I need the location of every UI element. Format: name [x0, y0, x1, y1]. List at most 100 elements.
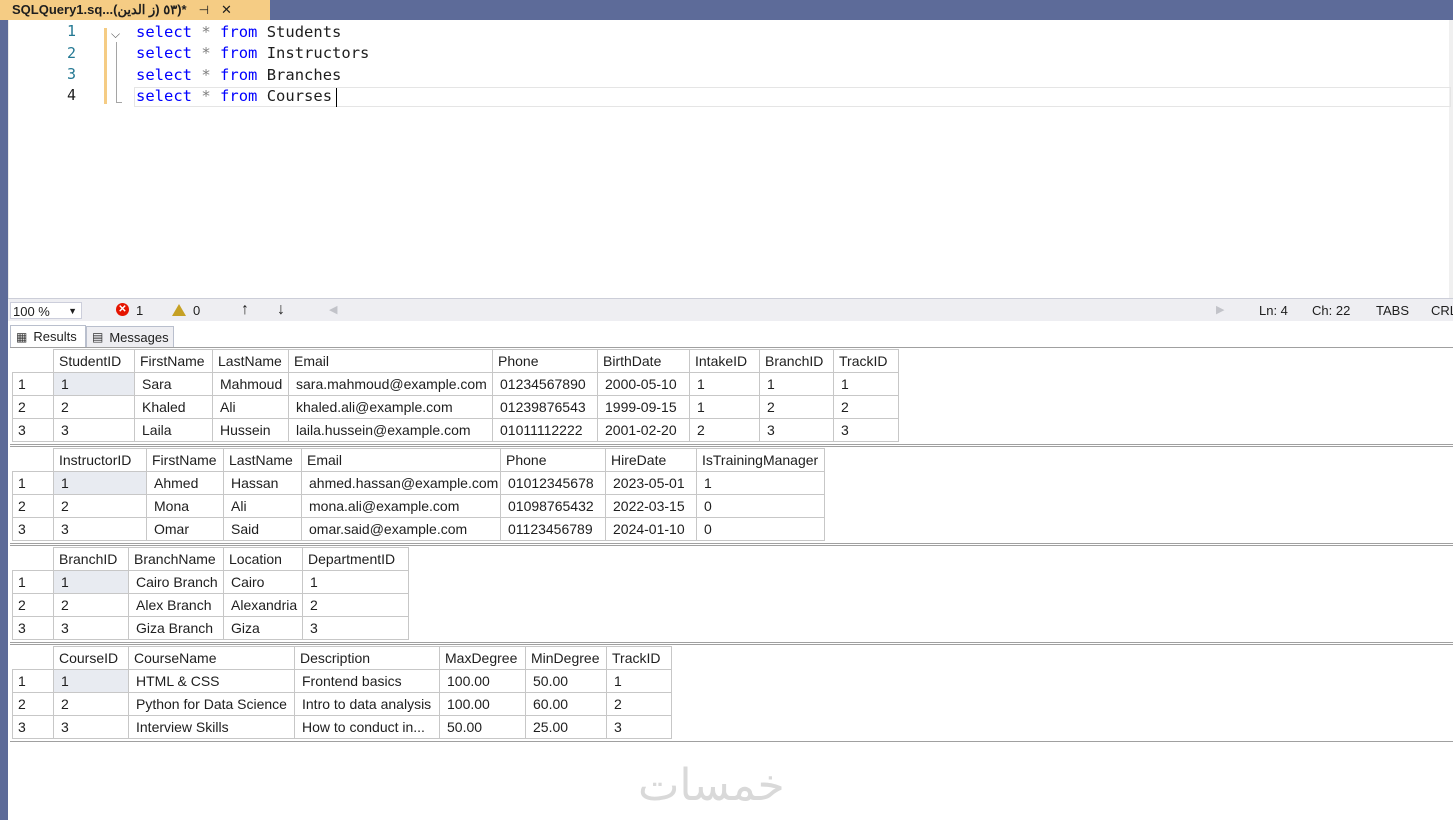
- table-row[interactable]: 3 3 Giza Branch Giza 3: [12, 616, 409, 640]
- grid-cell[interactable]: 3: [53, 616, 129, 640]
- column-header[interactable]: InstructorID: [53, 448, 147, 472]
- grid-cell[interactable]: 2: [689, 418, 760, 442]
- table-row[interactable]: 1 1 Ahmed Hassan ahmed.hassan@example.co…: [12, 471, 825, 495]
- dropdown-arrow-icon[interactable]: ▼: [68, 303, 77, 320]
- grid-cell[interactable]: 2001-02-20: [597, 418, 690, 442]
- table-row[interactable]: 1 1 Cairo Branch Cairo 1: [12, 570, 409, 594]
- result-grid-students[interactable]: StudentID FirstName LastName Email Phone…: [12, 349, 899, 442]
- grid-cell[interactable]: Khaled: [134, 395, 213, 419]
- warning-count[interactable]: 0: [193, 303, 200, 318]
- column-header[interactable]: BranchID: [53, 547, 129, 571]
- grid-corner[interactable]: [12, 448, 54, 472]
- row-number[interactable]: 2: [12, 395, 54, 419]
- grid-cell[interactable]: 2: [53, 395, 135, 419]
- row-number[interactable]: 1: [12, 471, 54, 495]
- grid-cell[interactable]: Laila: [134, 418, 213, 442]
- grid-cell[interactable]: 60.00: [525, 692, 607, 716]
- column-header[interactable]: Description: [294, 646, 440, 670]
- grid-cell[interactable]: 2: [53, 692, 129, 716]
- grid-cell[interactable]: 50.00: [439, 715, 526, 739]
- grid-corner[interactable]: [12, 547, 54, 571]
- column-header[interactable]: DepartmentID: [302, 547, 409, 571]
- column-header[interactable]: Email: [301, 448, 501, 472]
- grid-cell[interactable]: 2023-05-01: [605, 471, 697, 495]
- table-row[interactable]: 3 3 Laila Hussein laila.hussein@example.…: [12, 418, 899, 442]
- row-number[interactable]: 1: [12, 669, 54, 693]
- grid-cell[interactable]: Giza: [223, 616, 303, 640]
- scroll-left-icon[interactable]: ◀: [329, 303, 337, 316]
- code-line[interactable]: select * from Instructors: [136, 43, 369, 64]
- line-ending-indicator[interactable]: CRL: [1431, 303, 1453, 318]
- table-row[interactable]: 2 2 Mona Ali mona.ali@example.com 010987…: [12, 494, 825, 518]
- grid-cell[interactable]: 2: [606, 692, 672, 716]
- grid-cell[interactable]: Alex Branch: [128, 593, 224, 617]
- row-number[interactable]: 2: [12, 692, 54, 716]
- grid-cell[interactable]: 1: [53, 570, 129, 594]
- row-number[interactable]: 1: [12, 570, 54, 594]
- close-icon[interactable]: ✕: [221, 2, 232, 18]
- error-icon[interactable]: ✕: [116, 303, 129, 316]
- grid-corner[interactable]: [12, 349, 54, 373]
- grid-cell[interactable]: 01012345678: [500, 471, 606, 495]
- column-header[interactable]: MinDegree: [525, 646, 607, 670]
- grid-cell[interactable]: ahmed.hassan@example.com: [301, 471, 501, 495]
- code-line[interactable]: select * from Branches: [136, 65, 341, 86]
- column-header[interactable]: Phone: [492, 349, 598, 373]
- pin-icon[interactable]: ⊣: [199, 3, 209, 17]
- grid-cell[interactable]: Giza Branch: [128, 616, 224, 640]
- grid-cell[interactable]: sara.mahmoud@example.com: [288, 372, 493, 396]
- grid-cell[interactable]: 100.00: [439, 692, 526, 716]
- column-header[interactable]: HireDate: [605, 448, 697, 472]
- column-header[interactable]: Email: [288, 349, 493, 373]
- column-header[interactable]: LastName: [212, 349, 289, 373]
- grid-cell[interactable]: 3: [833, 418, 899, 442]
- grid-cell[interactable]: 1: [833, 372, 899, 396]
- column-header[interactable]: FirstName: [134, 349, 213, 373]
- result-grid-courses[interactable]: CourseID CourseName Description MaxDegre…: [12, 646, 672, 739]
- grid-cell[interactable]: 2: [833, 395, 899, 419]
- grid-cell[interactable]: Hussein: [212, 418, 289, 442]
- scroll-right-icon[interactable]: ▶: [1216, 303, 1224, 316]
- grid-cell[interactable]: Cairo: [223, 570, 303, 594]
- row-number[interactable]: 1: [12, 372, 54, 396]
- grid-cell[interactable]: 3: [53, 418, 135, 442]
- grid-cell[interactable]: HTML & CSS: [128, 669, 295, 693]
- grid-cell[interactable]: 2: [53, 593, 129, 617]
- grid-cell[interactable]: mona.ali@example.com: [301, 494, 501, 518]
- grid-cell[interactable]: 2: [302, 593, 409, 617]
- column-header[interactable]: MaxDegree: [439, 646, 526, 670]
- grid-cell[interactable]: laila.hussein@example.com: [288, 418, 493, 442]
- table-row[interactable]: 1 1 HTML & CSS Frontend basics 100.00 50…: [12, 669, 672, 693]
- grid-corner[interactable]: [12, 646, 54, 670]
- row-number[interactable]: 3: [12, 715, 54, 739]
- grid-cell[interactable]: 3: [53, 517, 147, 541]
- grid-cell[interactable]: 1: [759, 372, 834, 396]
- row-number[interactable]: 2: [12, 593, 54, 617]
- row-number[interactable]: 3: [12, 517, 54, 541]
- document-tab[interactable]: SQLQuery1.sq...٥٣ (ز الدين))* ⊣ ✕: [0, 0, 270, 22]
- arrow-down-icon[interactable]: ↓: [277, 301, 285, 319]
- column-header[interactable]: BranchID: [759, 349, 834, 373]
- grid-cell[interactable]: 2: [759, 395, 834, 419]
- grid-cell[interactable]: 1: [53, 372, 135, 396]
- grid-cell[interactable]: How to conduct in...: [294, 715, 440, 739]
- grid-cell[interactable]: Interview Skills: [128, 715, 295, 739]
- grid-cell[interactable]: 2022-03-15: [605, 494, 697, 518]
- grid-cell[interactable]: 3: [53, 715, 129, 739]
- grid-cell[interactable]: Cairo Branch: [128, 570, 224, 594]
- code-line[interactable]: select * from Students: [136, 22, 341, 43]
- tab-messages[interactable]: ▤ Messages: [86, 326, 174, 348]
- grid-cell[interactable]: 2024-01-10: [605, 517, 697, 541]
- grid-cell[interactable]: Mona: [146, 494, 224, 518]
- column-header[interactable]: CourseID: [53, 646, 129, 670]
- grid-cell[interactable]: Alexandria: [223, 593, 303, 617]
- grid-cell[interactable]: 01123456789: [500, 517, 606, 541]
- tabs-indicator[interactable]: TABS: [1376, 303, 1409, 318]
- grid-cell[interactable]: 01234567890: [492, 372, 598, 396]
- grid-cell[interactable]: 2: [53, 494, 147, 518]
- grid-cell[interactable]: Python for Data Science: [128, 692, 295, 716]
- grid-cell[interactable]: Omar: [146, 517, 224, 541]
- zoom-select[interactable]: 100 % ▼: [10, 302, 82, 319]
- grid-cell[interactable]: 50.00: [525, 669, 607, 693]
- column-header[interactable]: IsTrainingManager: [696, 448, 825, 472]
